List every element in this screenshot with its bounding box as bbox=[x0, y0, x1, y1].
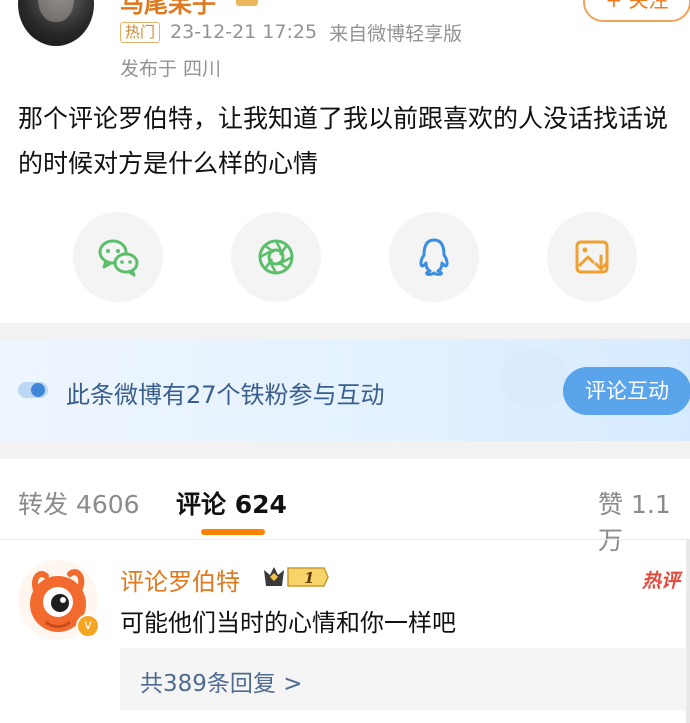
moments-icon bbox=[258, 239, 294, 275]
section-divider bbox=[0, 323, 690, 339]
fan-interaction-text: 此条微博有27个铁粉参与互动 bbox=[66, 381, 385, 409]
verified-badge-icon: v bbox=[76, 614, 100, 638]
tab-divider bbox=[0, 539, 690, 540]
post-tabs: 转发 4606 评论 624 赞 1.1万 bbox=[0, 459, 690, 555]
post-source: 来自微博轻享版 bbox=[329, 22, 463, 45]
share-save-image-button[interactable] bbox=[547, 212, 637, 302]
fan-level-badge: 1 bbox=[264, 567, 329, 587]
active-tab-indicator bbox=[201, 529, 265, 535]
tab-comment-label: 评论 bbox=[176, 490, 227, 519]
view-replies-link[interactable]: 共389条回复 > bbox=[140, 664, 302, 698]
commenter-name[interactable]: 评论罗伯特 bbox=[120, 562, 240, 597]
weibo-post-page: 马尾呆子 + 关注 热门 23-12-21 17:25 来自微博轻享版 发布于 … bbox=[0, 0, 690, 723]
post-text: 那个评论罗伯特，让我知道了我以前跟喜欢的人没话找话说的时候对方是什么样的心情 bbox=[18, 104, 669, 178]
post-location: 发布于 四川 bbox=[120, 58, 222, 80]
tab-repost-label: 转发 bbox=[18, 490, 69, 519]
member-badge-icon bbox=[236, 0, 258, 6]
wechat-icon bbox=[98, 239, 139, 277]
tab-repost[interactable]: 转发 4606 bbox=[18, 485, 140, 521]
post-time: 23-12-21 17:25 bbox=[170, 21, 318, 43]
hot-tag: 热门 bbox=[120, 21, 161, 43]
follow-button[interactable]: + 关注 bbox=[583, 0, 690, 22]
scroll-edge bbox=[686, 540, 690, 723]
tab-like[interactable]: 赞 1.1万 bbox=[598, 485, 690, 557]
hot-comment-tag: 热评 bbox=[642, 570, 681, 592]
share-moments-button[interactable] bbox=[231, 212, 321, 302]
tab-comment-count: 624 bbox=[234, 490, 287, 519]
comment-text: 可能他们当时的心情和你一样吧 bbox=[120, 609, 456, 637]
fan-interaction-banner: 此条微博有27个铁粉参与互动 评论互动 bbox=[0, 339, 690, 441]
author-avatar[interactable] bbox=[18, 0, 94, 46]
fan-indicator-icon bbox=[18, 382, 48, 398]
comment-interact-button[interactable]: 评论互动 bbox=[563, 367, 690, 415]
share-wechat-button[interactable] bbox=[73, 212, 163, 302]
share-qq-button[interactable] bbox=[389, 212, 479, 302]
save-image-icon bbox=[575, 240, 609, 274]
tab-repost-count: 4606 bbox=[75, 490, 140, 519]
tab-like-label: 赞 bbox=[598, 490, 624, 519]
author-name[interactable]: 马尾呆子 bbox=[120, 0, 216, 19]
qq-icon bbox=[419, 238, 449, 276]
section-divider bbox=[0, 441, 690, 459]
replies-box[interactable]: 共389条回复 > bbox=[120, 648, 690, 710]
post-meta: 热门 23-12-21 17:25 来自微博轻享版 bbox=[120, 20, 463, 45]
share-row bbox=[0, 212, 690, 302]
fan-level-number: 1 bbox=[304, 569, 314, 587]
tab-comment[interactable]: 评论 624 bbox=[176, 485, 287, 521]
